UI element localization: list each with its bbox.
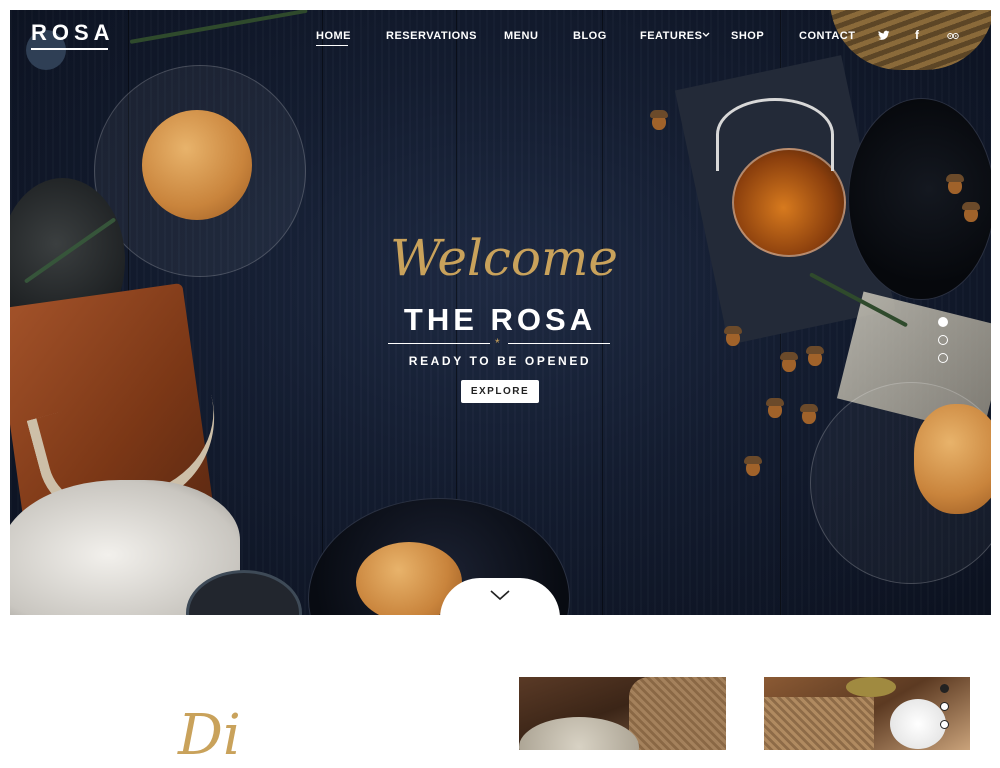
cookie-image — [914, 404, 991, 514]
tripadvisor-icon[interactable] — [947, 31, 959, 40]
acorn — [946, 174, 964, 194]
logo-underline — [31, 48, 108, 50]
gallery-dot-3[interactable] — [940, 720, 949, 729]
dish-bowl — [519, 717, 639, 750]
hero-divider-right — [508, 343, 610, 344]
acorn — [650, 110, 668, 130]
hero-title: THE ROSA — [403, 302, 597, 337]
hero-subtitle: READY TO BE OPENED — [408, 354, 592, 368]
nav-item-reservations[interactable]: RESERVATIONS — [386, 30, 477, 42]
acorn — [724, 326, 742, 346]
facebook-icon[interactable]: f — [915, 28, 919, 42]
acorn-bowl — [848, 98, 991, 300]
spice-heap — [846, 677, 896, 697]
burlap-cloth — [629, 677, 726, 750]
slide-dot-2[interactable] — [938, 335, 948, 345]
slide-dot-3[interactable] — [938, 353, 948, 363]
acorn — [806, 346, 824, 366]
acorn — [780, 352, 798, 372]
nav-item-menu[interactable]: MENU — [504, 30, 538, 42]
gallery-dot-1[interactable] — [940, 684, 949, 693]
nav-item-features[interactable]: FEATURES — [640, 30, 702, 42]
plank-seam — [322, 10, 323, 615]
nav-item-contact[interactable]: CONTACT — [799, 30, 855, 42]
acorn — [962, 202, 980, 222]
active-nav-underline — [316, 45, 348, 46]
main-nav: HOME RESERVATIONS MENU BLOG FEATURES SHO… — [0, 30, 1000, 44]
gallery-photo-1 — [519, 677, 726, 750]
chevron-down-icon[interactable] — [702, 32, 710, 38]
gallery-dot-2[interactable] — [940, 702, 949, 711]
acorn — [766, 398, 784, 418]
nav-item-home[interactable]: HOME — [316, 30, 351, 42]
section-script-heading: Di — [178, 703, 241, 768]
twitter-icon[interactable] — [878, 30, 890, 41]
nav-item-shop[interactable]: SHOP — [731, 30, 764, 42]
hero-divider-left — [388, 343, 490, 344]
acorn — [800, 404, 818, 424]
white-bowl — [890, 699, 946, 749]
cookie-image — [142, 110, 252, 220]
explore-button[interactable]: EXPLORE — [461, 380, 539, 403]
nav-item-blog[interactable]: BLOG — [573, 30, 607, 42]
chevron-down-icon[interactable] — [489, 588, 511, 602]
acorn — [744, 456, 762, 476]
slide-dot-1[interactable] — [938, 317, 948, 327]
hero-ornament: * — [495, 336, 500, 350]
teapot-handle — [716, 98, 834, 171]
burlap-cloth — [764, 697, 874, 750]
hero-script-title: Welcome — [390, 229, 619, 287]
